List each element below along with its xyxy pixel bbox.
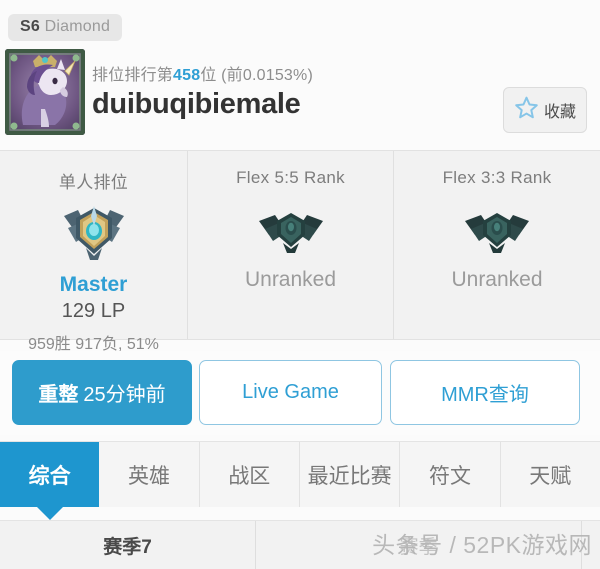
tab-masteries[interactable]: 天赋 [500, 442, 600, 507]
rank-panel-title: Flex 5:5 Rank [236, 168, 345, 187]
season-tier-badge: S6 Diamond [8, 14, 123, 41]
favorite-label: 收藏 [543, 104, 576, 121]
tab-overview[interactable]: 综合 [0, 442, 100, 507]
live-game-button[interactable]: Live Game [199, 360, 382, 425]
season-selector-row: 赛季7 赛季 [0, 520, 600, 569]
mmr-lookup-button[interactable]: MMR查询 [390, 360, 580, 425]
ladder-rank-prefix: 排位排行第 [92, 67, 174, 84]
season-selector-label: 赛季7 [103, 536, 152, 558]
rank-panel-tier: Unranked [451, 268, 543, 291]
rank-panel-flex-3v3[interactable]: Flex 3:3 Rank Unranked [394, 151, 600, 339]
unranked-emblem-icon [394, 198, 600, 260]
season-badge-prefix: S6 [20, 18, 40, 35]
rank-summary-row: 单人排位 Master 129 LP 959胜 917负, 51% Flex 5… [0, 150, 600, 353]
refresh-timestamp: 25分钟前 [83, 384, 166, 406]
tab-bar: 综合 英雄 战区 最近比赛 符文 天赋 [0, 441, 600, 507]
rank-panel-tier: Master [59, 273, 128, 296]
season-badge-tier: Diamond [44, 18, 111, 35]
tab-runes[interactable]: 符文 [400, 442, 501, 507]
tab-label: 最近比赛 [307, 464, 392, 488]
tab-warzone[interactable]: 战区 [199, 442, 300, 507]
unranked-emblem-icon [188, 198, 393, 260]
summoner-avatar-unicorn-icon[interactable] [5, 49, 85, 135]
favorite-button[interactable]: 收藏 [503, 87, 587, 133]
summoner-profile-page: S6 Diamond 排位排行第458位 (前0.0153%) duibuqib… [0, 0, 600, 569]
season-selector-edge [582, 521, 600, 569]
tab-champions[interactable]: 英雄 [99, 442, 200, 507]
tab-label: 战区 [228, 464, 271, 488]
season-selector-current[interactable]: 赛季7 [0, 521, 256, 569]
tab-label: 天赋 [529, 464, 572, 488]
season-selector-secondary[interactable]: 赛季 [256, 521, 582, 569]
tab-label: 英雄 [127, 464, 170, 488]
rank-panel-title: 单人排位 [58, 173, 129, 192]
rank-panel-tier: Unranked [244, 268, 337, 291]
ladder-rank-line: 排位排行第458位 (前0.0153%) [92, 61, 313, 85]
profile-header: 排位排行第458位 (前0.0153%) duibuqibiemale 收藏 [0, 46, 600, 150]
ladder-rank-number: 458 [173, 67, 201, 84]
live-game-label: Live Game [242, 381, 339, 403]
master-rank-emblem-icon [0, 203, 187, 265]
tab-label: 综合 [28, 464, 71, 488]
rank-panel-lp: 129 LP [61, 300, 126, 322]
rank-panel-flex-5v5[interactable]: Flex 5:5 Rank Unranked [188, 151, 394, 339]
refresh-button[interactable]: 重整 25分钟前 [12, 360, 192, 425]
rank-panel-solo[interactable]: 单人排位 Master 129 LP 959胜 917负, 51% [0, 151, 188, 353]
action-button-row: 重整 25分钟前 Live Game MMR查询 [0, 351, 600, 435]
summoner-name: duibuqibiemale [92, 88, 301, 120]
tab-label: 符文 [428, 464, 471, 488]
ladder-rank-suffix: 位 (前0.0153%) [200, 67, 313, 84]
tab-recent-matches[interactable]: 最近比赛 [299, 442, 401, 507]
rank-panel-title: Flex 3:3 Rank [442, 168, 552, 187]
refresh-label: 重整 [38, 384, 79, 406]
star-outline-icon [514, 95, 539, 125]
season-selector-secondary-label: 赛季 [399, 536, 438, 558]
mmr-label: MMR查询 [441, 384, 529, 406]
